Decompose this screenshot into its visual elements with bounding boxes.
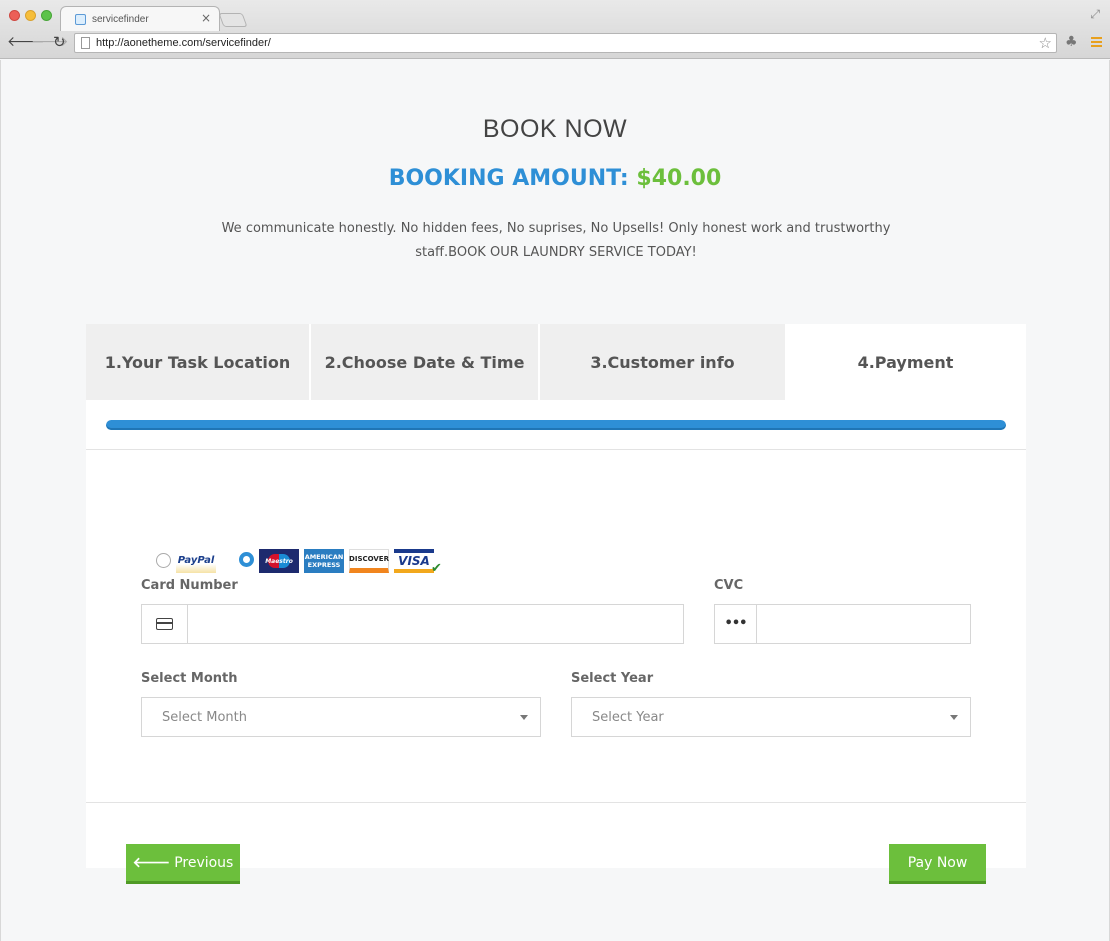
address-bar[interactable]: http://aonetheme.com/servicefinder/ ☆: [74, 33, 1057, 53]
booking-amount: BOOKING AMOUNT: $40.00: [1, 166, 1109, 191]
browser-tab[interactable]: servicefinder ×: [60, 6, 220, 31]
booking-amount-value: $40.00: [636, 166, 722, 191]
pay-now-button-label: Pay Now: [907, 854, 968, 871]
page-icon: [81, 37, 90, 49]
year-label: Select Year: [571, 671, 654, 686]
extension-icon[interactable]: ♣: [1065, 34, 1078, 50]
credit-card-radio[interactable]: [239, 552, 254, 567]
arrow-left-icon: 🡐: [132, 855, 171, 871]
card-number-group: [141, 604, 684, 644]
fullscreen-icon[interactable]: ⤢: [1090, 7, 1100, 22]
menu-icon[interactable]: [1091, 37, 1102, 47]
ellipsis-icon: •••: [724, 616, 748, 631]
minimize-window-button[interactable]: [25, 10, 36, 21]
tab-close-icon[interactable]: ×: [201, 11, 211, 25]
url-text[interactable]: http://aonetheme.com/servicefinder/: [96, 37, 271, 49]
reload-icon[interactable]: ↻: [53, 35, 66, 50]
progress-bar-fill: [106, 420, 1006, 430]
chevron-down-icon: [950, 715, 958, 720]
page: BOOK NOW BOOKING AMOUNT: $40.00 We commu…: [0, 60, 1110, 941]
tab-payment[interactable]: 4.Payment: [785, 324, 1026, 400]
maestro-logo: Maestro: [259, 549, 299, 573]
divider: [86, 449, 1026, 450]
tagline: We communicate honestly. No hidden fees,…: [221, 221, 891, 260]
paypal-logo: PayPal: [176, 553, 216, 573]
card-addon: [142, 605, 188, 643]
card-number-label: Card Number: [141, 578, 238, 593]
close-window-button[interactable]: [9, 10, 20, 21]
amex-logo: AMERICAN EXPRESS: [304, 549, 344, 573]
chevron-down-icon: [520, 715, 528, 720]
card-number-input[interactable]: [189, 605, 683, 643]
tab-date-time[interactable]: 2.Choose Date & Time: [311, 324, 538, 400]
bookmark-star-icon[interactable]: ☆: [1039, 34, 1052, 52]
month-select[interactable]: Select Month: [141, 697, 541, 737]
tab-task-location[interactable]: 1.Your Task Location: [86, 324, 309, 400]
cvc-addon: •••: [715, 605, 757, 643]
checkmark-icon: ✔: [431, 561, 442, 576]
previous-button-label: Previous: [174, 854, 234, 871]
page-title: BOOK NOW: [482, 115, 628, 143]
paypal-radio[interactable]: [156, 553, 171, 568]
credit-card-icon: [156, 618, 173, 630]
maestro-logo-text: Maestro: [265, 554, 293, 568]
month-label: Select Month: [141, 671, 238, 686]
step-tabs: 1.Your Task Location 2.Choose Date & Tim…: [86, 324, 1026, 400]
favicon-icon: [75, 14, 86, 25]
cvc-group: •••: [714, 604, 971, 644]
month-select-value: Select Month: [162, 710, 247, 725]
cvc-label: CVC: [714, 578, 744, 593]
booking-amount-label: BOOKING AMOUNT:: [388, 166, 629, 191]
zoom-window-button[interactable]: [41, 10, 52, 21]
new-tab-button[interactable]: [218, 13, 248, 27]
year-select[interactable]: Select Year: [571, 697, 971, 737]
previous-button[interactable]: 🡐 Previous: [126, 844, 240, 884]
booking-form-card: 1.Your Task Location 2.Choose Date & Tim…: [86, 324, 1026, 884]
progress-bar: [106, 420, 1006, 430]
visa-logo: VISA: [394, 549, 434, 573]
cvc-input[interactable]: [758, 605, 970, 643]
year-select-value: Select Year: [592, 710, 664, 725]
pay-now-button[interactable]: Pay Now: [889, 844, 986, 884]
divider: [86, 802, 1026, 803]
browser-chrome: servicefinder × ⤢ 🡐 🡒 ↻ http://aonetheme…: [0, 0, 1110, 59]
tab-title: servicefinder: [92, 14, 149, 25]
paypal-logo-text: PayPal: [177, 555, 215, 566]
discover-logo: DISCOVER: [349, 549, 389, 573]
tab-customer-info[interactable]: 3.Customer info: [540, 324, 785, 400]
